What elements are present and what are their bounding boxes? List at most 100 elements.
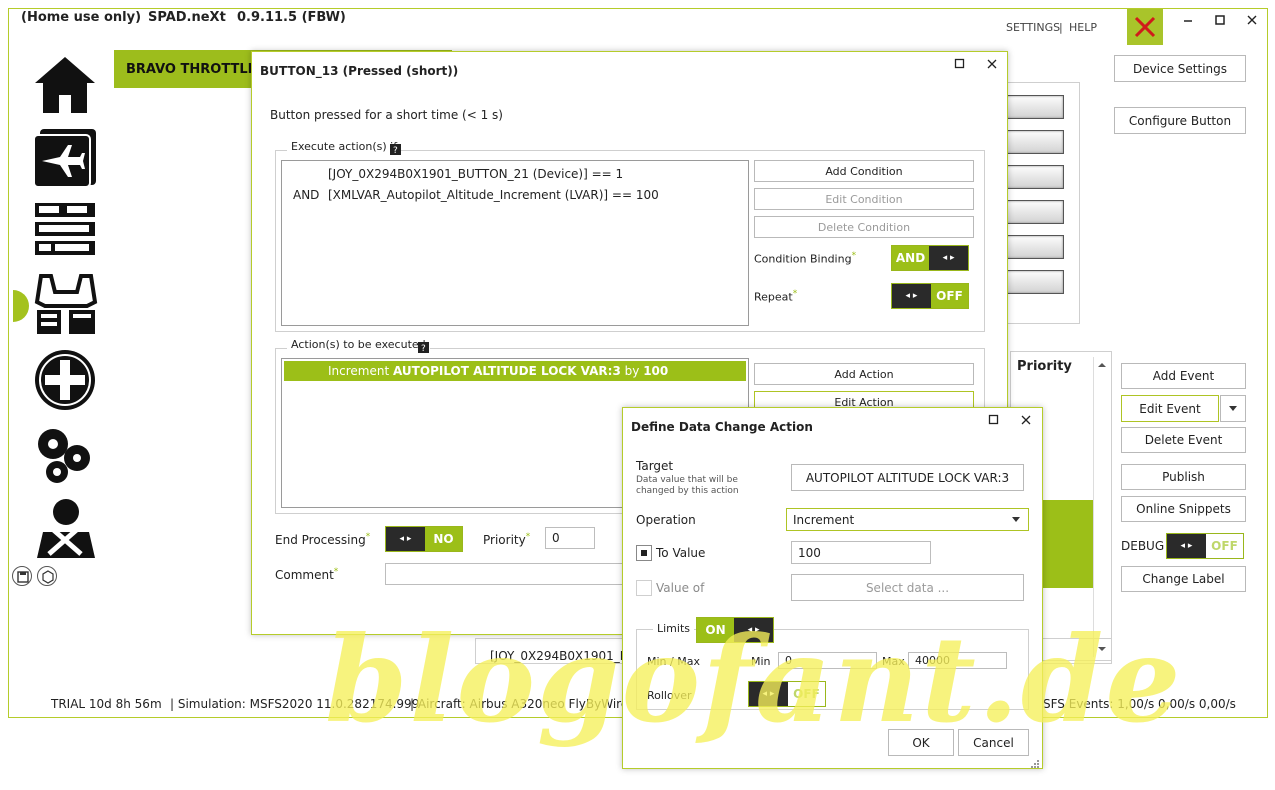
simulation-status: | Simulation: MSFS2020 11.0.282174.999	[170, 697, 420, 711]
rollover-toggle[interactable]: ◂ ▸ OFF	[748, 681, 826, 707]
home-icon[interactable]	[33, 53, 97, 115]
add-device-icon[interactable]	[33, 348, 97, 412]
package-icon[interactable]	[37, 566, 57, 586]
min-label: Min	[751, 655, 771, 668]
value-of-checkbox[interactable]	[636, 580, 652, 596]
cancel-button[interactable]: Cancel	[958, 729, 1029, 756]
device-button[interactable]	[1004, 200, 1064, 224]
change-label-button[interactable]: Change Label	[1121, 566, 1246, 592]
close-app-button[interactable]	[1127, 9, 1163, 45]
maximize-icon[interactable]	[1213, 13, 1227, 27]
settings-gears-icon[interactable]	[33, 424, 97, 486]
target-hint: Data value that will be changed by this …	[636, 475, 739, 496]
repeat-value: OFF	[930, 284, 968, 308]
debug-toggle-value: OFF	[1205, 534, 1243, 558]
button-dialog-title: BUTTON_13 (Pressed (short))	[260, 64, 459, 78]
limits-label: Limits	[653, 622, 694, 635]
chevron-down-icon	[1229, 405, 1237, 411]
operation-select[interactable]: Increment	[786, 508, 1029, 531]
condition-op: AND	[293, 188, 320, 202]
delete-condition-button[interactable]: Delete Condition	[754, 216, 974, 238]
limits-toggle[interactable]: ON ◂ ▸	[696, 617, 774, 643]
configure-button[interactable]: Configure Button	[1114, 107, 1246, 134]
toggle-arrows-icon: ◂ ▸	[734, 618, 773, 642]
add-condition-button[interactable]: Add Condition	[754, 160, 974, 182]
repeat-toggle[interactable]: ◂ ▸ OFF	[891, 283, 969, 309]
close-icon[interactable]	[1020, 414, 1032, 426]
operation-label: Operation	[636, 513, 696, 527]
condition-row-1[interactable]: [JOY_0X294B0X1901_BUTTON_21 (Device)] ==…	[328, 167, 623, 181]
ok-button[interactable]: OK	[888, 729, 954, 756]
close-icon[interactable]	[986, 58, 998, 70]
device-button[interactable]	[1004, 165, 1064, 189]
maximize-icon[interactable]	[954, 58, 966, 70]
debug-label: DEBUG	[1121, 539, 1165, 553]
end-processing-value: NO	[424, 527, 462, 551]
to-value-checkbox[interactable]	[636, 545, 652, 561]
action-target: AUTOPILOT ALTITUDE LOCK VAR:3	[393, 364, 621, 378]
toggle-arrows-icon: ◂ ▸	[892, 284, 931, 308]
scroll-up-icon[interactable]	[1094, 357, 1110, 373]
red-x-icon	[1134, 16, 1156, 38]
close-icon[interactable]	[1245, 13, 1259, 27]
action-prefix: Increment	[328, 364, 390, 378]
action-row[interactable]: Increment AUTOPILOT ALTITUDE LOCK VAR:3 …	[284, 361, 746, 381]
event-list-scrollbar[interactable]	[1093, 357, 1109, 657]
publish-button[interactable]: Publish	[1121, 464, 1246, 490]
device-button[interactable]	[1004, 235, 1064, 259]
device-button[interactable]	[1004, 130, 1064, 154]
toggle-arrows-icon: ◂ ▸	[749, 682, 788, 706]
to-value-label: To Value	[656, 546, 706, 560]
priority-input[interactable]: 0	[545, 527, 595, 549]
online-snippets-button[interactable]: Online Snippets	[1121, 496, 1246, 522]
select-data-button[interactable]: Select data ...	[791, 574, 1024, 601]
edit-event-dropdown[interactable]	[1220, 395, 1246, 422]
button-description: Button pressed for a short time (< 1 s)	[270, 108, 503, 122]
to-value-input[interactable]: 100	[791, 541, 931, 564]
device-button[interactable]	[1004, 270, 1064, 294]
tools-icon[interactable]	[33, 496, 99, 560]
limits-group	[636, 629, 1029, 710]
resize-grip-icon[interactable]	[1030, 758, 1040, 768]
max-label: Max	[882, 655, 905, 668]
svg-text:?: ?	[393, 146, 398, 156]
edit-condition-button[interactable]: Edit Condition	[754, 188, 974, 210]
rollover-label: Rollover	[647, 689, 692, 702]
settings-link[interactable]: SETTINGS	[1006, 21, 1060, 34]
bottom-list-text: [JOY_0X294B0X1901_BU	[490, 649, 637, 663]
condition-row-2[interactable]: [XMLVAR_Autopilot_Altitude_Increment (LV…	[328, 188, 659, 202]
max-input[interactable]: 40000	[908, 652, 1007, 669]
action-amount: 100	[643, 364, 669, 378]
device-settings-button[interactable]: Device Settings	[1114, 55, 1246, 82]
edit-event-button[interactable]: Edit Event	[1121, 395, 1219, 422]
help-link[interactable]: HELP	[1069, 21, 1097, 34]
comment-label: Comment*	[275, 567, 339, 582]
app-version: 0.9.11.5 (FBW)	[237, 10, 346, 25]
add-action-button[interactable]: Add Action	[754, 363, 974, 385]
cockpit-icon[interactable]	[33, 272, 99, 338]
help-book-icon[interactable]: ?	[389, 142, 403, 156]
aircraft-list-icon[interactable]	[32, 127, 98, 189]
conditions-list[interactable]: [JOY_0X294B0X1901_BUTTON_21 (Device)] ==…	[281, 160, 749, 326]
end-processing-toggle[interactable]: ◂ ▸ NO	[385, 526, 463, 552]
maximize-icon[interactable]	[988, 414, 1000, 426]
radio-stack-icon[interactable]	[33, 200, 97, 262]
link-separator: |	[1059, 21, 1063, 34]
condition-binding-label: Condition Binding*	[754, 251, 857, 266]
condition-binding-toggle[interactable]: AND ◂ ▸	[891, 245, 969, 271]
delete-event-button[interactable]: Delete Event	[1121, 427, 1246, 453]
device-button[interactable]	[1004, 95, 1064, 119]
toggle-arrows-icon: ◂ ▸	[386, 527, 425, 551]
app-name: SPAD.neXt	[148, 10, 226, 25]
events-status: SFS Events: 1,00/s 0,00/s 0,00/s	[1043, 697, 1236, 711]
min-input[interactable]: 0	[778, 652, 877, 669]
save-icon[interactable]	[12, 566, 32, 586]
help-book-icon[interactable]: ?	[417, 340, 431, 354]
target-select-button[interactable]: AUTOPILOT ALTITUDE LOCK VAR:3	[791, 464, 1024, 491]
comment-input[interactable]	[385, 563, 625, 585]
debug-toggle[interactable]: ◂ ▸ OFF	[1166, 533, 1244, 559]
minimize-icon[interactable]	[1181, 13, 1195, 27]
license-label: (Home use only)	[21, 10, 142, 25]
target-label: Target	[636, 459, 674, 473]
add-event-button[interactable]: Add Event	[1121, 363, 1246, 389]
